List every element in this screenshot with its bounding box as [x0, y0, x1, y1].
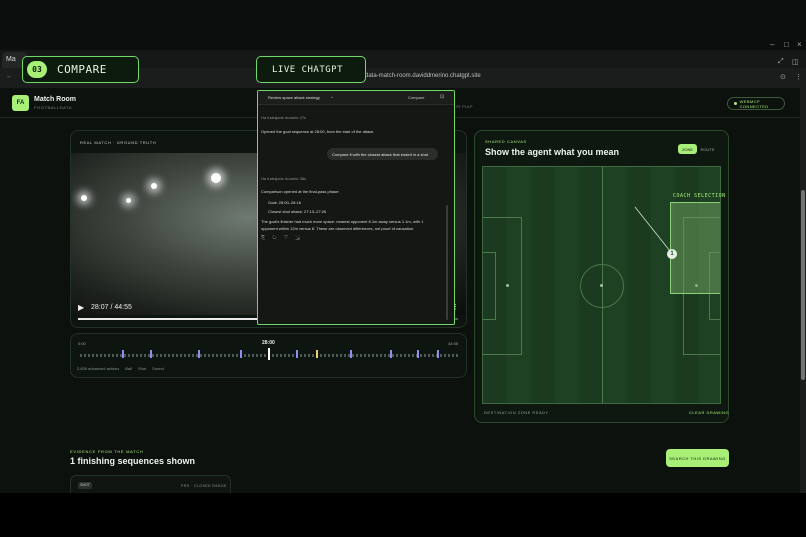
share-icon[interactable]: ⤢ [778, 58, 784, 66]
step-number: 03 [27, 61, 47, 78]
timeline-event[interactable] [150, 350, 152, 358]
clear-drawing-button[interactable]: CLEAR DRAWING [689, 410, 729, 415]
timeline-event[interactable] [437, 350, 439, 358]
app-logo: FA [12, 95, 29, 111]
canvas-status: DESTINATION ZONE READY [484, 410, 549, 415]
timeline-current: 28:00 [262, 340, 275, 346]
timeline-event[interactable] [240, 350, 242, 358]
assistant-message: The goal's finisher had much more space:… [261, 219, 424, 231]
video-progress-fill [78, 318, 258, 320]
mode-route-button[interactable]: ROUTE [698, 144, 717, 154]
step-label: COMPARE [57, 63, 107, 76]
timeline-event[interactable] [417, 350, 419, 358]
legend-item: Shot [137, 366, 147, 371]
evidence-title: 1 finishing sequences shown [70, 456, 196, 466]
status-dot-icon [734, 102, 737, 105]
canvas-title: Show the agent what you mean [485, 147, 620, 157]
address-bar[interactable]: ...data-match-room.daviddmerino.chatgpt.… [360, 73, 481, 79]
timeline-event[interactable] [350, 350, 352, 358]
player-token[interactable]: 1 [667, 249, 677, 259]
legend-item: 2,839 advanced actions [77, 366, 120, 371]
status-label: WEBMCP CONNECTED [739, 98, 769, 109]
canvas-eyebrow: SHARED CANVAS [485, 139, 527, 144]
floodlight [151, 183, 157, 189]
goal-box-left [483, 252, 496, 320]
chat-scrollbar[interactable] [446, 205, 448, 320]
timeline-event[interactable] [296, 350, 298, 358]
timeline-legend: 2,839 advanced actions Ball Shot Sound [77, 366, 164, 371]
zone-connector-line [634, 206, 671, 252]
center-spot [600, 284, 603, 287]
coach-selection-zone[interactable] [670, 202, 720, 294]
close-icon[interactable]: ⊡ [440, 94, 444, 100]
bullet-item: Goal: 28:00–28:16 [268, 200, 301, 205]
chat-meta: Ha trabajado durante 38s [261, 176, 307, 181]
maximize-icon[interactable]: □ [784, 40, 789, 49]
legend-item: Sound [152, 366, 164, 371]
menu-kebab-icon[interactable]: ⋮ [795, 73, 802, 81]
message-actions[interactable]: ⎘ ↻ ♡ ⇲ [261, 235, 303, 241]
penalty-spot-left [506, 284, 509, 287]
timeline-end: 44:55 [448, 341, 459, 346]
bottom-band [0, 493, 806, 537]
address-right-text: ST PULP [456, 104, 473, 109]
mode-zone-button[interactable]: ZONE [678, 144, 697, 154]
app-title: Match Room [34, 96, 76, 103]
live-chatgpt-chip: LIVE CHATGPT [256, 56, 366, 83]
legend-item: Ball [125, 366, 132, 371]
floodlight [81, 195, 87, 201]
play-icon[interactable]: ▶ [78, 303, 84, 312]
assistant-message: Opened the goal sequence at 28:00, from … [261, 129, 375, 134]
video-source-tag: REAL MATCH · GROUND TRUTH [80, 140, 157, 145]
close-window-icon[interactable]: × [797, 40, 802, 49]
minimize-icon[interactable]: – [770, 40, 774, 49]
coach-selection-label: COACH SELECTION [673, 193, 726, 199]
timeline-track[interactable] [80, 354, 460, 357]
pitch-canvas[interactable] [482, 166, 721, 404]
evidence-eyebrow: EVIDENCE FROM THE MATCH [70, 449, 144, 454]
compare-step-chip: 03 COMPARE [22, 56, 139, 83]
chat-title: Review space attack strategy [268, 95, 321, 100]
assistant-message: Comparison opened at the final-pass phas… [261, 189, 340, 194]
floodlight [126, 198, 131, 203]
extension-icon[interactable]: ⊙ [780, 73, 786, 81]
evidence-card-meta: PRG · CLOSED RANGE [181, 484, 227, 488]
back-icon[interactable]: ← [6, 73, 13, 80]
chat-compare-button[interactable]: Compare [408, 95, 424, 100]
shot-tag: SHOT [78, 482, 92, 489]
search-drawing-button[interactable]: SEARCH THIS DRAWING [666, 449, 729, 467]
page-scroll-thumb[interactable] [801, 190, 805, 380]
timeline-event[interactable] [390, 350, 392, 358]
timeline-start: 0:00 [78, 341, 86, 346]
chevron-down-icon[interactable]: ⌄ [330, 94, 334, 100]
floodlight [211, 173, 221, 183]
user-message: Compare it with the closest attack that … [327, 148, 438, 160]
chat-meta: Ha trabajado durante 27s [261, 115, 307, 120]
video-time: 28:07 / 44:55 [91, 304, 132, 311]
sidebar-icon[interactable]: ◫ [792, 58, 799, 66]
timeline-event[interactable] [122, 350, 124, 358]
bullet-item: Closest shot attack: 27:13–27:26 [268, 209, 327, 214]
tab-label: Ma [6, 56, 16, 63]
timeline-event[interactable] [198, 350, 200, 358]
timeline-event[interactable] [316, 350, 318, 358]
timeline-playhead[interactable] [268, 348, 270, 360]
status-badge: WEBMCP CONNECTED [727, 97, 785, 110]
app-subtitle: FOOTBALLDATA [34, 105, 73, 110]
